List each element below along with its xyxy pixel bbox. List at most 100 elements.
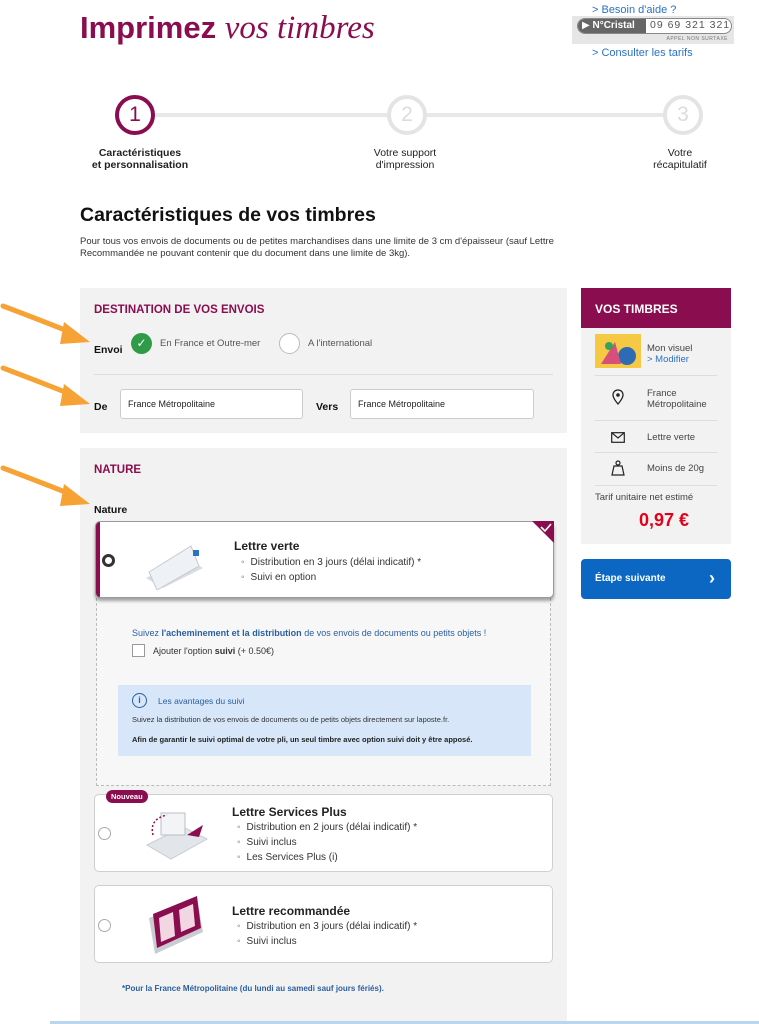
tarif-label: Tarif unitaire net estimé — [595, 492, 694, 503]
type-label: Lettre verte — [647, 432, 696, 443]
services-plus-title: Lettre Services Plus — [232, 805, 347, 819]
step-3-label-line2: récapitulatif — [653, 159, 707, 171]
suivi-text-post: de vos envois de documents ou petits obj… — [301, 628, 487, 638]
weight-icon — [611, 460, 625, 476]
info-title: Les avantages du suivi — [158, 696, 245, 706]
recommandee-illustration — [149, 896, 203, 954]
checkbox-label-pre: Ajouter l'option — [153, 646, 215, 656]
envelope-icon — [611, 432, 625, 443]
sidebar-type-row: Lettre verte — [595, 422, 717, 453]
stamp-visual-thumbnail — [595, 334, 641, 368]
sidebar-title: VOS TIMBRES — [581, 288, 731, 328]
info-bold-text: Afin de garantir le suivi optimal de vot… — [132, 735, 473, 744]
page-title: Imprimez vos timbres — [80, 10, 375, 47]
info-text: Suivez la distribution de vos envois de … — [132, 715, 450, 724]
nature-panel: NATURE Nature Suivez l'acheminement et l… — [80, 448, 567, 1024]
chevron-right-icon: › — [709, 568, 715, 588]
de-label: De — [94, 401, 108, 413]
title-bold: Imprimez — [80, 10, 217, 45]
title-italic: vos timbres — [224, 10, 375, 46]
sidebar-destination-row: France Métropolitaine — [595, 377, 717, 421]
intro-text: Pour tous vos envois de documents ou de … — [80, 236, 554, 259]
step-1-circle: 1 — [115, 95, 155, 135]
destination-title: DESTINATION DE VOS ENVOIS — [94, 304, 265, 316]
step-3-label: Votre récapitulatif — [640, 147, 720, 171]
vers-field[interactable]: France Métropolitaine — [350, 389, 534, 419]
lettre-verte-title: Lettre verte — [234, 539, 300, 553]
modifier-link[interactable]: > Modifier — [647, 354, 689, 365]
radio-international[interactable] — [279, 333, 300, 354]
section-heading: Caractéristiques de vos timbres — [80, 204, 376, 226]
selected-corner-check-icon — [532, 521, 554, 543]
list-item: Distribution en 2 jours (délai indicatif… — [237, 820, 418, 835]
suivi-info-box: i Les avantages du suivi Suivez la distr… — [118, 685, 531, 756]
step-2-label: Votre support d'impression — [355, 147, 455, 171]
weight-label: Moins de 20g — [647, 463, 705, 474]
list-item: Suivi inclus — [237, 934, 417, 949]
sidebar-summary: Mon visuel > Modifier France Métropolita… — [581, 328, 731, 544]
play-icon: ▶ — [582, 20, 590, 31]
cristal-phone-banner: ▶ N°Cristal 09 69 321 321 APPEL NON SURT… — [572, 16, 734, 44]
list-item: Distribution en 3 jours (délai indicatif… — [241, 555, 422, 570]
card-lettre-services-plus[interactable]: Lettre Services Plus Distribution en 2 j… — [94, 794, 553, 872]
destination-panel: DESTINATION DE VOS ENVOIS Envoi ✓ En Fra… — [80, 288, 567, 433]
suivi-text-pre: Suivez — [132, 628, 162, 638]
radio-services-plus[interactable] — [98, 827, 111, 840]
nature-title: NATURE — [94, 464, 142, 476]
card-lettre-recommandee[interactable]: Lettre recommandée Distribution en 3 jou… — [94, 885, 553, 963]
list-item: Suivi inclus — [237, 835, 417, 850]
suivi-promo-text: Suivez l'acheminement et la distribution… — [132, 628, 486, 638]
recommandee-bullets: Distribution en 3 jours (délai indicatif… — [237, 919, 418, 949]
sidebar-visuel-row: Mon visuel > Modifier — [595, 334, 717, 376]
visuel-label: Mon visuel — [647, 343, 693, 354]
cristal-note: APPEL NON SURTAXE — [666, 36, 728, 42]
checkbox-label-post: (+ 0.50€) — [235, 646, 275, 656]
destination-line1: France — [647, 388, 677, 399]
sidebar-weight-row: Moins de 20g — [595, 454, 717, 486]
recommandee-title: Lettre recommandée — [232, 904, 351, 918]
info-icon: i — [132, 693, 147, 708]
destination-line2: Métropolitaine — [647, 399, 707, 410]
location-pin-icon — [612, 389, 624, 405]
lettre-verte-bullets: Distribution en 3 jours (délai indicatif… — [241, 555, 422, 585]
step-2-circle: 2 — [387, 95, 427, 135]
de-field[interactable]: France Métropolitaine — [120, 389, 303, 419]
step-2-label-line1: Votre support — [373, 147, 437, 159]
card-lettre-verte[interactable]: Lettre verte Distribution en 3 jours (dé… — [95, 521, 554, 598]
suivi-checkbox-label[interactable]: Ajouter l'option suivi (+ 0.50€) — [153, 646, 274, 656]
check-icon: ✓ — [136, 336, 147, 350]
step-1-label: Caractéristiques et personnalisation — [85, 147, 195, 171]
next-step-button[interactable]: Étape suivante › — [581, 559, 731, 599]
checkbox-label-bold: suivi — [214, 646, 236, 656]
step-1-label-line1: Caractéristiques — [98, 147, 182, 159]
list-item: Suivi en option — [241, 570, 421, 585]
option-france-label[interactable]: En France et Outre-mer — [160, 338, 260, 349]
help-link[interactable]: > Besoin d'aide ? — [592, 4, 676, 16]
envoi-label: Envoi — [94, 344, 123, 356]
step-2-label-line2: d'impression — [375, 159, 435, 171]
next-step-label: Étape suivante — [595, 573, 666, 584]
suivi-option-box: Suivez l'acheminement et la distribution… — [96, 588, 551, 786]
selected-accent — [96, 522, 100, 597]
list-item: Distribution en 3 jours (délai indicatif… — [237, 919, 418, 934]
cristal-number: 09 69 321 321 — [650, 19, 731, 31]
annotation-arrow-envoi — [0, 303, 90, 344]
tarifs-link[interactable]: > Consulter les tarifs — [592, 47, 693, 59]
price-value: 0,97 € — [639, 510, 690, 530]
services-plus-illustration — [145, 812, 209, 860]
step-3-circle: 3 — [663, 95, 703, 135]
annotation-arrow-nature — [0, 465, 90, 506]
radio-france-selected[interactable]: ✓ — [131, 333, 152, 354]
radio-lettre-verte[interactable] — [102, 554, 115, 567]
option-international-label[interactable]: A l'international — [308, 338, 372, 349]
step-3-label-line1: Votre — [667, 147, 693, 159]
cristal-label: N°Cristal — [592, 20, 635, 31]
divider — [94, 374, 553, 375]
nouveau-badge: Nouveau — [106, 790, 148, 803]
suivi-checkbox[interactable] — [132, 644, 145, 657]
step-1-label-line2: et personnalisation — [91, 159, 189, 171]
radio-recommandee[interactable] — [98, 919, 111, 932]
suivi-text-bold: l'acheminement et la distribution — [161, 628, 302, 638]
footnote: *Pour la France Métropolitaine (du lundi… — [122, 984, 384, 993]
list-item[interactable]: Les Services Plus (i) — [237, 850, 417, 865]
